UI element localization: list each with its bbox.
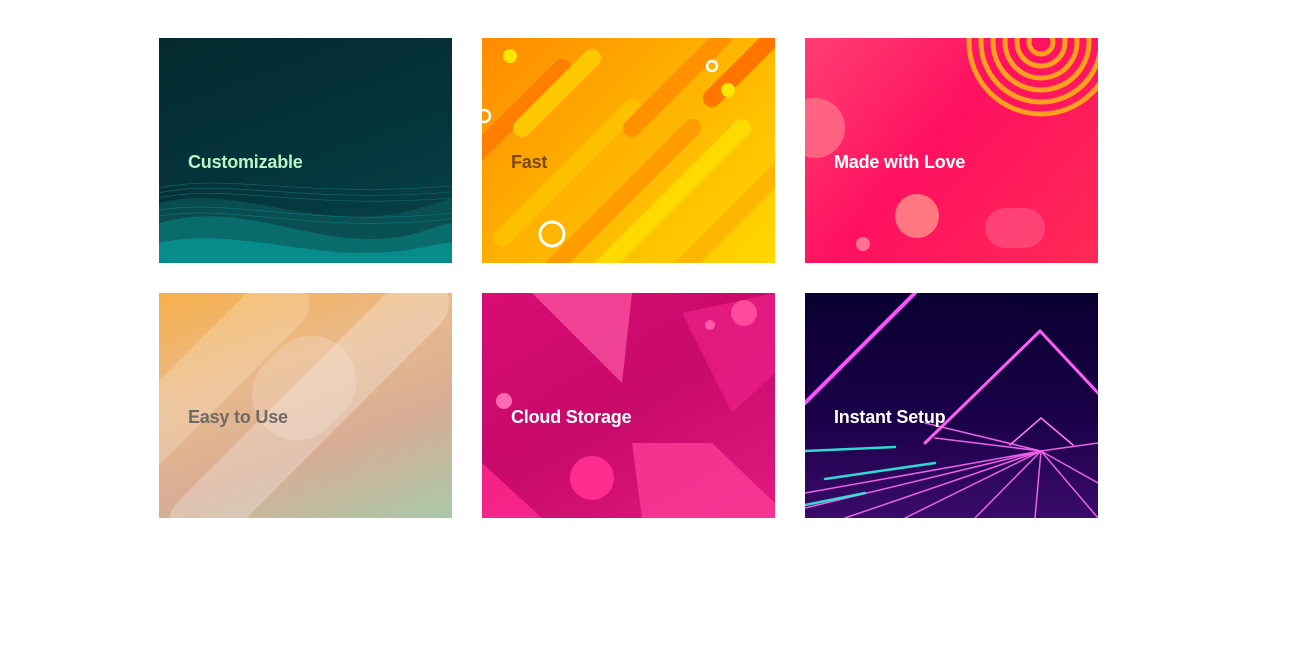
card-title: Instant Setup	[834, 407, 946, 427]
card-title: Cloud Storage	[511, 407, 632, 427]
feature-card-easy-to-use[interactable]: Easy to Use	[159, 293, 452, 518]
pastel-gradient-background	[159, 293, 449, 518]
feature-card-fast[interactable]: Fast	[482, 38, 775, 263]
feature-card-customizable[interactable]: Customizable	[159, 38, 452, 263]
card-title: Easy to Use	[188, 407, 288, 427]
card-title: Made with Love	[834, 152, 966, 172]
card-title: Fast	[511, 152, 548, 172]
feature-card-cloud-storage[interactable]: Cloud Storage	[482, 293, 775, 518]
feature-card-made-with-love[interactable]: Made with Love	[805, 38, 1098, 263]
teal-waves-background	[159, 182, 452, 263]
pink-circles-background	[805, 38, 1098, 251]
feature-card-instant-setup[interactable]: Instant Setup	[805, 293, 1098, 518]
magenta-diamonds-background	[482, 293, 775, 518]
card-title: Customizable	[188, 152, 303, 172]
orange-streaks-background	[482, 38, 775, 263]
neon-lines-background	[805, 293, 1098, 518]
feature-grid: Customizable Fast Made with Love Easy to…	[159, 38, 1098, 518]
